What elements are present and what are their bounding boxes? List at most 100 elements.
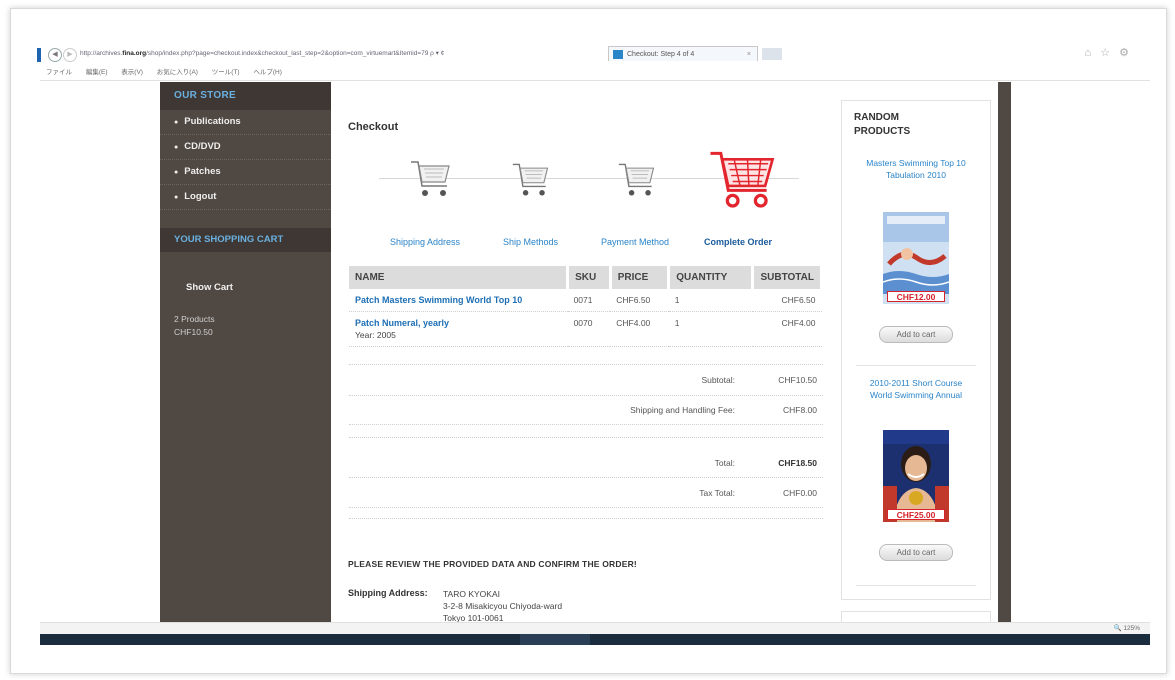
product-price-badge: CHF12.00 xyxy=(887,291,945,302)
page-title: Checkout xyxy=(348,121,399,133)
add-to-cart-button[interactable]: Add to cart xyxy=(879,326,953,343)
item-quantity: 1 xyxy=(668,311,753,347)
item-price: CHF6.50 xyxy=(610,289,669,312)
back-button[interactable]: ◀ xyxy=(48,48,62,62)
table-row: Patch Masters Swimming World Top 10 0071… xyxy=(349,289,822,312)
item-sku: 0071 xyxy=(567,289,611,312)
shipping-fee-label: Shipping and Handling Fee: xyxy=(630,405,735,415)
sidebar-item-cd-dvd[interactable]: ● CD/DVD xyxy=(160,135,331,160)
sidebar-item-label: Logout xyxy=(184,191,217,202)
subtotal-value: CHF10.50 xyxy=(778,375,817,385)
col-price: PRICE xyxy=(610,266,671,289)
menu-file[interactable]: ファイル xyxy=(46,69,72,76)
product-image[interactable]: CHF25.00 xyxy=(883,430,949,522)
item-name-cell: Patch Numeral, yearly Year: 2005 xyxy=(349,311,568,347)
random-products-panel: RANDOM PRODUCTS Masters Swimming Top 10 … xyxy=(841,100,991,600)
page-right-border xyxy=(998,82,1011,622)
product-price-badge: CHF25.00 xyxy=(887,509,945,520)
sidebar-item-label: CD/DVD xyxy=(184,141,221,152)
item-name-link[interactable]: Patch Masters Swimming World Top 10 xyxy=(355,295,522,305)
step-complete-order[interactable]: Complete Order xyxy=(704,237,772,247)
shipping-fee-value: CHF8.00 xyxy=(782,405,817,415)
menu-favorites[interactable]: お気に入り(A) xyxy=(157,69,198,76)
cart-total: CHF10.50 xyxy=(174,327,213,337)
sidebar-item-logout[interactable]: ● Logout xyxy=(160,185,331,210)
item-price: CHF4.00 xyxy=(610,311,669,347)
item-name-link[interactable]: Patch Numeral, yearly xyxy=(355,318,449,328)
sidebar-item-patches[interactable]: ● Patches xyxy=(160,160,331,185)
divider xyxy=(349,395,823,396)
our-store-heading: OUR STORE xyxy=(160,82,331,110)
sidebar-item-label: Patches xyxy=(184,166,221,177)
cart-step-icon xyxy=(411,161,450,196)
product-title-link[interactable]: 2010-2011 Short Course World Swimming An… xyxy=(858,377,974,401)
forward-button[interactable]: ▶ xyxy=(63,48,77,62)
browser-tab[interactable]: Checkout: Step 4 of 4 × xyxy=(608,46,758,61)
address-row: ◀ ▶ http://archives.fina.org/shop/index.… xyxy=(40,44,1150,64)
col-quantity: QUANTITY xyxy=(668,266,755,289)
item-attribute: Year: 2005 xyxy=(355,330,396,340)
menu-edit[interactable]: 編集(E) xyxy=(86,69,108,76)
subtotal-row: Subtotal: CHF10.50 xyxy=(349,375,823,393)
divider xyxy=(349,424,823,425)
menu-bar: ファイル 編集(E) 表示(V) お気に入り(A) ツール(T) ヘルプ(H) xyxy=(46,66,294,76)
item-sku: 0070 xyxy=(567,311,611,347)
total-value: CHF18.50 xyxy=(778,458,817,468)
new-tab-button[interactable] xyxy=(762,48,782,60)
step-shipping-address[interactable]: Shipping Address xyxy=(390,237,460,247)
heading-line: RANDOM xyxy=(854,112,899,123)
sidebar-item-publications[interactable]: ● Publications xyxy=(160,110,331,135)
address-controls[interactable]: ρ ▾ ¢ xyxy=(430,50,444,57)
cart-step-icon xyxy=(618,163,655,196)
tax-total-label: Tax Total: xyxy=(699,488,735,498)
divider xyxy=(349,437,823,438)
favicon-icon xyxy=(613,50,623,59)
total-row: Total: CHF18.50 xyxy=(349,458,823,476)
toolbar-icons[interactable]: ⌂ ☆ ⚙ xyxy=(1085,46,1132,59)
bullet-icon: ● xyxy=(174,144,179,151)
address-line: 3-2-8 Misakicyou Chiyoda-ward xyxy=(443,601,563,611)
col-subtotal: SUBTOTAL xyxy=(752,266,823,289)
sidebar-item-label: Publications xyxy=(184,116,241,127)
menu-tools[interactable]: ツール(T) xyxy=(212,69,240,76)
order-items-table: NAME SKU PRICE QUANTITY SUBTOTAL Patch M… xyxy=(349,266,823,347)
col-sku: SKU xyxy=(567,266,612,289)
close-tab-icon[interactable]: × xyxy=(747,47,751,62)
table-header-row: NAME SKU PRICE QUANTITY SUBTOTAL xyxy=(349,266,823,289)
store-sidebar: OUR STORE ● Publications ● CD/DVD ● Patches… xyxy=(160,82,331,622)
bullet-icon: ● xyxy=(174,194,179,201)
cart-product-count: 2 Products xyxy=(174,314,215,324)
item-subtotal: CHF6.50 xyxy=(752,289,822,312)
active-cart-step-icon xyxy=(710,151,775,208)
address-bar[interactable]: http://archives.fina.org/shop/index.php?… xyxy=(80,48,600,60)
random-products-heading: RANDOM PRODUCTS xyxy=(854,111,910,139)
step-payment-method[interactable]: Payment Method xyxy=(601,237,669,247)
browser-chrome: ◀ ▶ http://archives.fina.org/shop/index.… xyxy=(40,44,1150,82)
show-cart-link[interactable]: Show Cart xyxy=(160,282,331,293)
col-name: NAME xyxy=(349,266,570,289)
bullet-icon: ● xyxy=(174,119,179,126)
divider xyxy=(856,585,976,586)
product-title-link[interactable]: Masters Swimming Top 10 Tabulation 2010 xyxy=(858,157,974,181)
menu-help[interactable]: ヘルプ(H) xyxy=(253,69,282,76)
taskbar-highlight[interactable] xyxy=(520,634,590,645)
menu-view[interactable]: 表示(V) xyxy=(121,69,143,76)
item-name-cell: Patch Masters Swimming World Top 10 xyxy=(349,289,568,312)
tax-total-value: CHF0.00 xyxy=(782,488,817,498)
zoom-level[interactable]: 🔍 125% xyxy=(1113,624,1140,632)
step-ship-methods[interactable]: Ship Methods xyxy=(503,237,558,247)
checkout-main: Checkout Shipping Address Ship Methods P… xyxy=(331,82,841,623)
review-notice: PLEASE REVIEW THE PROVIDED DATA AND CONF… xyxy=(348,559,637,569)
product-image[interactable]: CHF12.00 xyxy=(883,212,949,304)
tab-title: Checkout: Step 4 of 4 xyxy=(627,51,695,58)
divider xyxy=(349,477,823,478)
heading-line: PRODUCTS xyxy=(854,126,911,137)
divider xyxy=(856,365,976,366)
add-to-cart-button[interactable]: Add to cart xyxy=(879,544,953,561)
cart-step-icon xyxy=(512,163,549,196)
shopping-cart-heading: YOUR SHOPPING CART xyxy=(160,228,331,252)
item-quantity: 1 xyxy=(668,289,753,312)
item-subtotal: CHF4.00 xyxy=(752,311,822,347)
divider xyxy=(349,364,823,365)
tax-total-row: Tax Total: CHF0.00 xyxy=(349,488,823,506)
